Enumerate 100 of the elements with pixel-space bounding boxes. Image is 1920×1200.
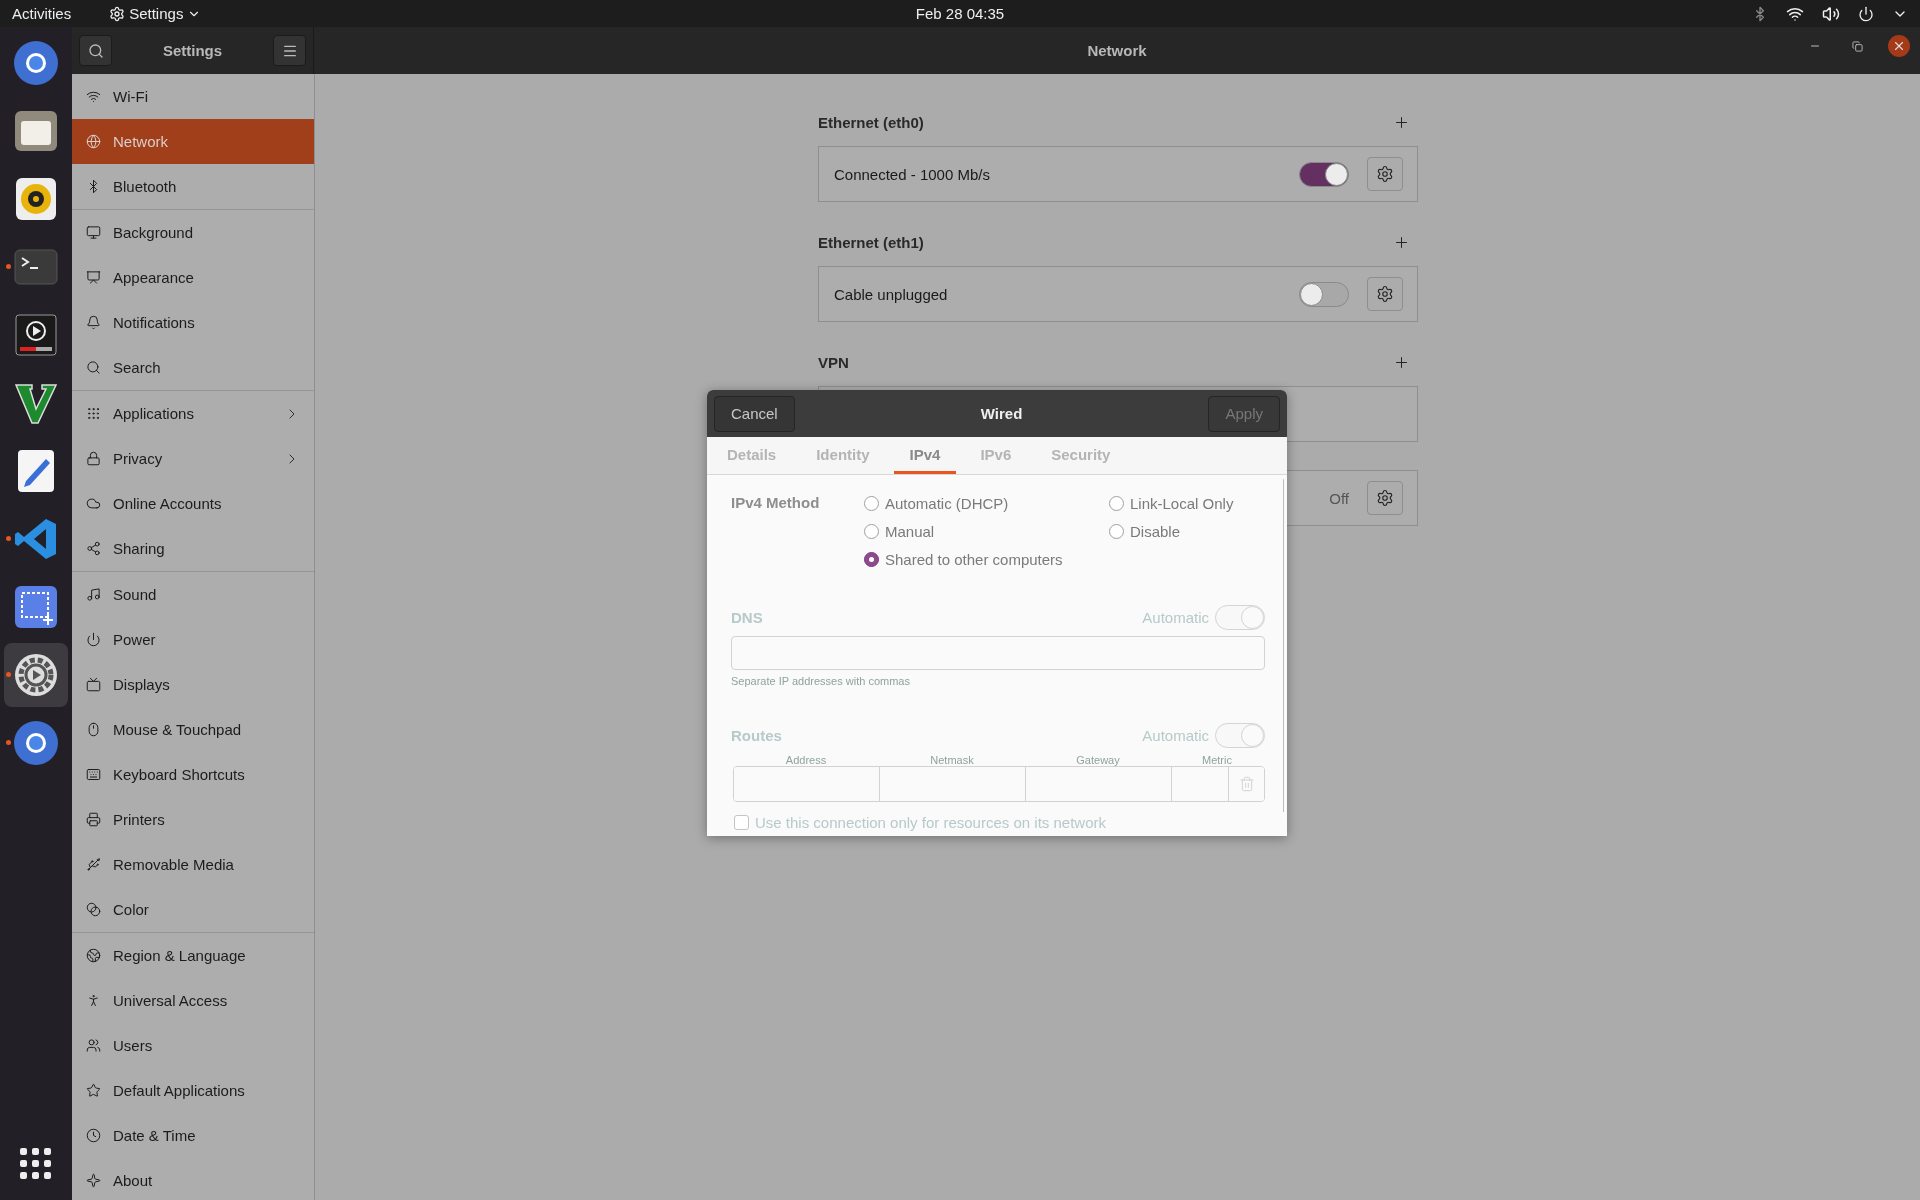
route-field[interactable] xyxy=(734,767,880,801)
radio-option[interactable]: Manual xyxy=(864,517,1109,545)
radio-option[interactable]: Disable xyxy=(1109,517,1265,545)
sidebar-item[interactable]: Date & Time xyxy=(72,1113,314,1158)
close-button[interactable] xyxy=(1888,35,1910,57)
sidebar-item[interactable]: Background xyxy=(72,210,314,255)
sidebar-item[interactable]: Users xyxy=(72,1023,314,1068)
toggle-switch[interactable] xyxy=(1299,281,1349,307)
monitor-icon xyxy=(86,225,101,240)
section-title: Ethernet (eth1) xyxy=(818,233,924,251)
sidebar-item[interactable]: Bluetooth xyxy=(72,164,314,209)
column-header: Netmask xyxy=(929,754,975,766)
sidebar-item[interactable]: Power xyxy=(72,617,314,662)
sidebar-item[interactable]: Search xyxy=(72,345,314,390)
printer-icon xyxy=(86,812,101,827)
connection-status: Connected - 1000 Mb/s xyxy=(834,165,991,183)
clock-icon xyxy=(86,1128,101,1143)
clock[interactable]: Feb 28 04:35 xyxy=(915,5,1005,22)
keyboard-icon xyxy=(86,767,101,782)
sidebar-item[interactable]: Region & Language xyxy=(72,933,314,978)
column-header: Gateway xyxy=(1075,754,1121,766)
sidebar-item[interactable]: Keyboard Shortcuts xyxy=(72,752,314,797)
sidebar-item[interactable]: Color xyxy=(72,887,314,932)
gear-icon xyxy=(109,5,126,22)
method-label: IPv4 Method xyxy=(731,493,821,513)
toggle-switch[interactable] xyxy=(1299,161,1349,187)
search-icon xyxy=(86,360,101,375)
power-icon[interactable] xyxy=(1858,5,1874,22)
sparkle-icon xyxy=(86,1173,101,1188)
sidebar-item[interactable]: Appearance xyxy=(72,255,314,300)
usb-icon xyxy=(86,857,101,872)
sidebar-item[interactable]: Universal Access xyxy=(72,978,314,1023)
menu-button[interactable] xyxy=(273,35,306,66)
media-player-icon[interactable] xyxy=(12,311,60,359)
gear-icon xyxy=(1376,285,1394,303)
share-icon xyxy=(86,541,101,556)
lock-icon xyxy=(86,451,101,466)
sidebar-item[interactable]: Default Applications xyxy=(72,1068,314,1113)
volume-icon[interactable] xyxy=(1822,4,1840,23)
dialog-title: Wired xyxy=(980,405,1023,422)
column-header: Address xyxy=(784,754,828,766)
activities-button[interactable]: Activities xyxy=(12,5,72,22)
sidebar-item[interactable]: Privacy xyxy=(72,436,314,481)
sidebar-item[interactable]: Sharing xyxy=(72,526,314,571)
circles-icon xyxy=(86,902,101,917)
sidebar-item[interactable]: Network xyxy=(72,119,314,164)
radio-option[interactable]: Link-Local Only xyxy=(1109,489,1265,517)
search-icon xyxy=(87,42,104,59)
sidebar-item[interactable]: Online Accounts xyxy=(72,481,314,526)
bell-icon xyxy=(86,315,101,330)
close-icon xyxy=(1892,39,1906,53)
sidebar-item[interactable]: About xyxy=(72,1158,314,1200)
display-icon xyxy=(86,677,101,692)
connection-status: Cable unplugged xyxy=(834,285,949,303)
cancel-button[interactable]: Cancel xyxy=(714,395,795,432)
screenshot-icon[interactable] xyxy=(12,583,60,631)
radio-option[interactable]: Shared to other computers xyxy=(864,545,1109,573)
browser-icon[interactable] xyxy=(12,719,60,767)
search-button[interactable] xyxy=(79,35,112,66)
dns-label: DNS xyxy=(731,609,763,626)
checkbox[interactable] xyxy=(734,815,749,830)
users-icon xyxy=(86,1038,101,1053)
sidebar-item[interactable]: Notifications xyxy=(72,300,314,345)
person-icon xyxy=(86,993,101,1008)
sidebar-item[interactable]: Displays xyxy=(72,662,314,707)
automatic-label: Automatic xyxy=(1142,727,1209,744)
settings-button[interactable] xyxy=(1367,481,1403,515)
star-icon xyxy=(86,1083,101,1098)
sidebar-item[interactable]: Removable Media xyxy=(72,842,314,887)
route-fields[interactable] xyxy=(733,766,1265,802)
browser-icon[interactable] xyxy=(12,39,60,87)
column-header: Metric xyxy=(1201,754,1233,766)
sidebar-item[interactable]: Mouse & Touchpad xyxy=(72,707,314,752)
mouse-icon xyxy=(86,722,101,737)
power-icon xyxy=(86,632,101,647)
settings-button[interactable] xyxy=(1367,277,1403,311)
sidebar-item[interactable]: Printers xyxy=(72,797,314,842)
routes-label: Routes xyxy=(731,727,782,744)
radio-option[interactable]: Automatic (DHCP) xyxy=(864,489,1109,517)
gear-icon xyxy=(1376,489,1394,507)
section-title: Ethernet (eth0) xyxy=(818,113,924,131)
window-title: Network xyxy=(1087,42,1147,59)
globe-icon xyxy=(86,134,101,149)
settings-button[interactable] xyxy=(1367,157,1403,191)
dns-hint: Separate IP addresses with commas xyxy=(731,675,911,687)
wifi-icon xyxy=(86,89,101,104)
app-menu[interactable]: Settings xyxy=(109,5,202,22)
app-grid-icon[interactable] xyxy=(20,1148,52,1180)
proxy-status: Off xyxy=(1329,489,1349,507)
cloud-icon xyxy=(86,496,101,511)
sidebar-item[interactable]: Wi-Fi xyxy=(72,74,314,119)
sidebar-item[interactable]: Applications xyxy=(72,391,314,436)
dns-field[interactable] xyxy=(731,636,1265,670)
display-icon xyxy=(86,270,101,285)
gear-icon[interactable] xyxy=(12,651,60,699)
trash-icon xyxy=(1238,776,1255,792)
globe-icon xyxy=(86,948,101,963)
checkbox-label: Use this connection only for resources on its network xyxy=(755,814,1106,831)
music-note-icon xyxy=(86,587,101,602)
sidebar-item[interactable]: Sound xyxy=(72,572,314,617)
